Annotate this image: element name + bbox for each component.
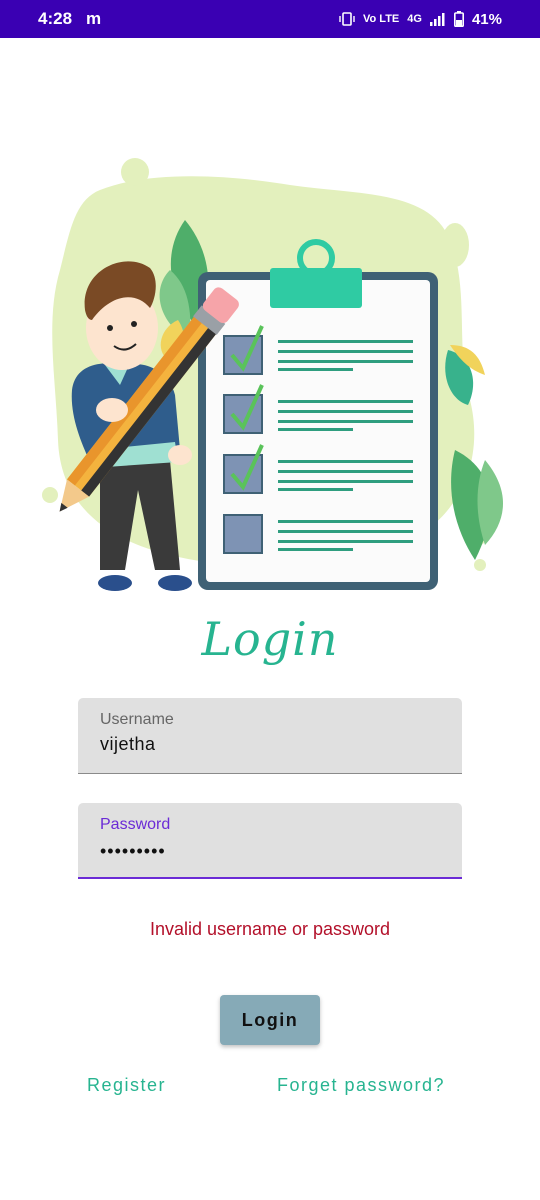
status-time: 4:28 bbox=[38, 9, 73, 28]
page-title: Login bbox=[201, 612, 339, 666]
login-button[interactable]: Login bbox=[220, 995, 320, 1045]
error-message: Invalid username or password bbox=[149, 919, 391, 939]
password-label: Password bbox=[100, 816, 171, 833]
vibrate-icon bbox=[339, 12, 355, 26]
username-field[interactable]: Username vijetha bbox=[78, 698, 462, 774]
checklist-illustration bbox=[30, 150, 510, 600]
volte-label: Vo LTE bbox=[363, 13, 400, 25]
username-input[interactable]: vijetha bbox=[100, 734, 156, 755]
forget-password-link[interactable]: Forget password? bbox=[277, 1075, 445, 1096]
signal-icon bbox=[429, 12, 446, 26]
battery-percent: 41% bbox=[471, 10, 502, 28]
status-right: Vo LTE 4G 41% bbox=[339, 11, 502, 28]
password-input[interactable]: ••••••••• bbox=[100, 841, 166, 862]
status-left: 4:28 m bbox=[38, 9, 101, 29]
password-field[interactable]: Password ••••••••• bbox=[78, 803, 462, 879]
network-label: 4G bbox=[407, 13, 422, 25]
notification-icon: m bbox=[86, 9, 102, 28]
register-link[interactable]: Register bbox=[87, 1075, 166, 1096]
status-bar: 4:28 m Vo LTE 4G 41% bbox=[0, 0, 540, 38]
username-label: Username bbox=[100, 711, 174, 728]
battery-icon bbox=[453, 11, 464, 27]
